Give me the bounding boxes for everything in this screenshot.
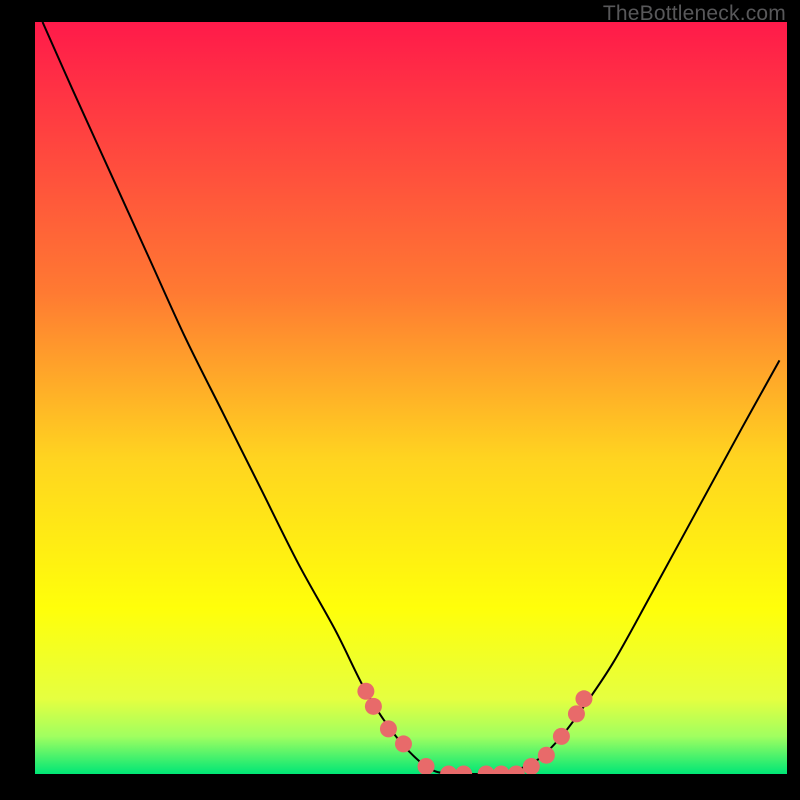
highlight-point	[380, 720, 397, 737]
highlight-point	[538, 747, 555, 764]
highlight-point	[365, 698, 382, 715]
highlight-point	[553, 728, 570, 745]
chart-area	[35, 22, 787, 774]
chart-svg	[35, 22, 787, 774]
highlight-point	[357, 683, 374, 700]
gradient-background	[35, 22, 787, 774]
highlight-point	[575, 690, 592, 707]
highlight-point	[395, 735, 412, 752]
highlight-point	[568, 705, 585, 722]
